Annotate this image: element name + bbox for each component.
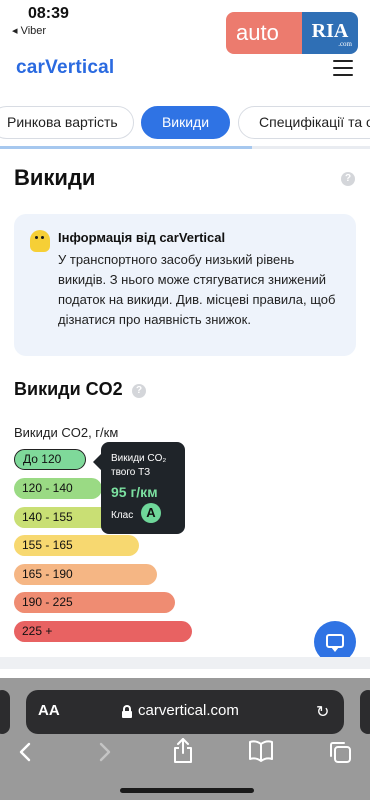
auto-ria-ad[interactable]: auto RIA .com — [226, 12, 358, 54]
band-row: 120 - 140 — [14, 478, 102, 499]
info-title: Інформація від carVertical — [58, 230, 226, 245]
tab-emissions[interactable]: Викиди — [141, 106, 230, 139]
ad-ria-text: RIA — [311, 20, 349, 42]
back-to-app-link[interactable]: ◂ Viber — [12, 24, 46, 37]
tab-market-value[interactable]: Ринкова вартість — [0, 106, 134, 139]
band-row: 225 + — [14, 621, 192, 642]
tooltip-class-label: Клас — [111, 510, 134, 521]
menu-icon[interactable] — [333, 60, 353, 76]
ad-auto-text: auto — [226, 12, 302, 54]
url-text[interactable]: carvertical.com — [138, 702, 239, 719]
reload-icon[interactable]: ↻ — [316, 702, 329, 722]
band-row: 190 - 225 — [14, 592, 175, 613]
browser-toolbar: AA carvertical.com ↻ — [0, 678, 370, 800]
section-tabs: Ринкова вартість Викиди Специфікації та … — [0, 106, 370, 140]
reader-aa-button[interactable]: AA — [38, 702, 60, 719]
lock-icon — [122, 705, 132, 718]
info-mascot-icon — [30, 230, 50, 252]
home-indicator — [120, 788, 254, 793]
band-row: 155 - 165 — [14, 535, 139, 556]
info-text: У транспортного засобу низький рівень ви… — [58, 252, 336, 327]
tooltip-label: Викиди CO₂ твого ТЗ — [111, 453, 167, 478]
content-bottom-divider — [0, 657, 370, 669]
band-row: 165 - 190 — [14, 564, 157, 585]
band-row: До 120 — [14, 449, 86, 470]
tooltip-class-badge: A — [141, 503, 161, 523]
tabs-icon[interactable] — [328, 740, 352, 764]
previous-tab-pill[interactable] — [0, 690, 10, 734]
co2-unit-label: Викиди CO2, г/км — [14, 425, 119, 440]
share-icon[interactable] — [172, 738, 194, 764]
back-icon[interactable] — [18, 742, 32, 762]
forward-icon[interactable] — [98, 742, 112, 762]
status-time: 08:39 — [28, 5, 69, 22]
ad-ria-logo: RIA .com — [302, 12, 358, 54]
carvertical-logo[interactable]: carVertical — [16, 57, 114, 79]
info-card: Інформація від carVertical У транспортно… — [14, 214, 356, 356]
co2-section-title: Викиди CO2 — [14, 379, 123, 399]
bookmarks-icon[interactable] — [248, 740, 274, 762]
tab-scroll-indicator — [0, 146, 370, 149]
tab-specifications[interactable]: Специфікації та ос — [238, 106, 370, 139]
help-icon[interactable]: ? — [341, 172, 355, 186]
page-title: Викиди — [14, 165, 96, 190]
next-tab-pill[interactable] — [360, 690, 370, 734]
tooltip-value: 95 г/км — [111, 484, 158, 500]
chat-icon — [326, 634, 344, 652]
co2-help-icon[interactable]: ? — [132, 384, 146, 398]
address-bar[interactable]: AA carvertical.com ↻ — [26, 690, 344, 734]
emission-tooltip: Викиди CO₂ твого ТЗ 95 г/км Клас A — [93, 442, 185, 534]
